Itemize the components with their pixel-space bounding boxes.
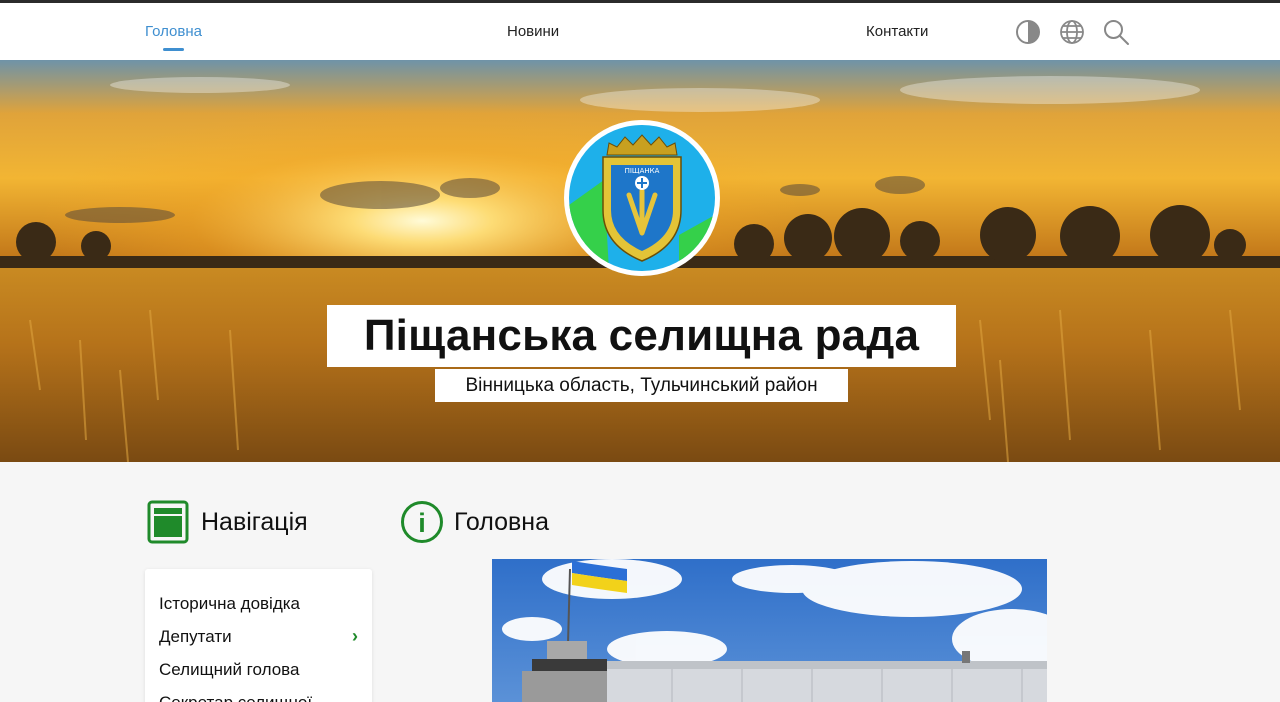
- hero-banner: ПІЩАНКА Піщанська селищна рада Вінницька…: [0, 60, 1280, 462]
- sidebar-item-history[interactable]: Історична довідка: [159, 594, 364, 614]
- coat-of-arms-emblem: ПІЩАНКА: [564, 120, 720, 276]
- sidebar-item-label: Секретар селищної: [159, 693, 312, 702]
- chevron-right-icon[interactable]: ›: [352, 626, 358, 647]
- sidebar-item-deputies[interactable]: Депутати ›: [159, 626, 364, 647]
- council-building-photo: [492, 559, 1047, 702]
- nav-home-link[interactable]: Головна: [145, 23, 202, 51]
- info-glyph: i: [418, 508, 426, 538]
- search-icon[interactable]: [1102, 18, 1130, 46]
- nav-contacts-link[interactable]: Контакти: [866, 23, 928, 40]
- sidebar-item-label: Селищний голова: [159, 660, 300, 679]
- main-heading-text: Головна: [454, 507, 549, 536]
- top-navigation: Головна Новини Контакти: [0, 0, 1280, 60]
- site-title: Піщанська селищна рада: [363, 311, 920, 360]
- sidebar-item-label: Депутати: [159, 627, 232, 646]
- emblem-text: ПІЩАНКА: [625, 167, 660, 175]
- navigation-heading-text: Навігація: [201, 507, 308, 536]
- main-heading: i Головна: [400, 500, 549, 544]
- globe-icon[interactable]: [1058, 18, 1086, 46]
- site-subtitle: Вінницька область, Тульчинський район: [465, 374, 818, 396]
- sidebar-item-secretary[interactable]: Секретар селищної: [159, 693, 364, 702]
- sidebar-navigation: Історична довідка Депутати › Селищний го…: [145, 569, 372, 702]
- nav-news-link[interactable]: Новини: [507, 23, 559, 40]
- navigation-heading: Навігація: [147, 500, 308, 544]
- folder-icon: [147, 500, 189, 544]
- site-subtitle-box: Вінницька область, Тульчинський район: [435, 369, 848, 402]
- sidebar-item-label: Історична довідка: [159, 594, 301, 613]
- info-icon: i: [400, 500, 443, 544]
- site-title-box: Піщанська селищна рада: [327, 305, 956, 367]
- contrast-icon[interactable]: [1014, 18, 1042, 46]
- sidebar-item-head[interactable]: Селищний голова: [159, 660, 364, 680]
